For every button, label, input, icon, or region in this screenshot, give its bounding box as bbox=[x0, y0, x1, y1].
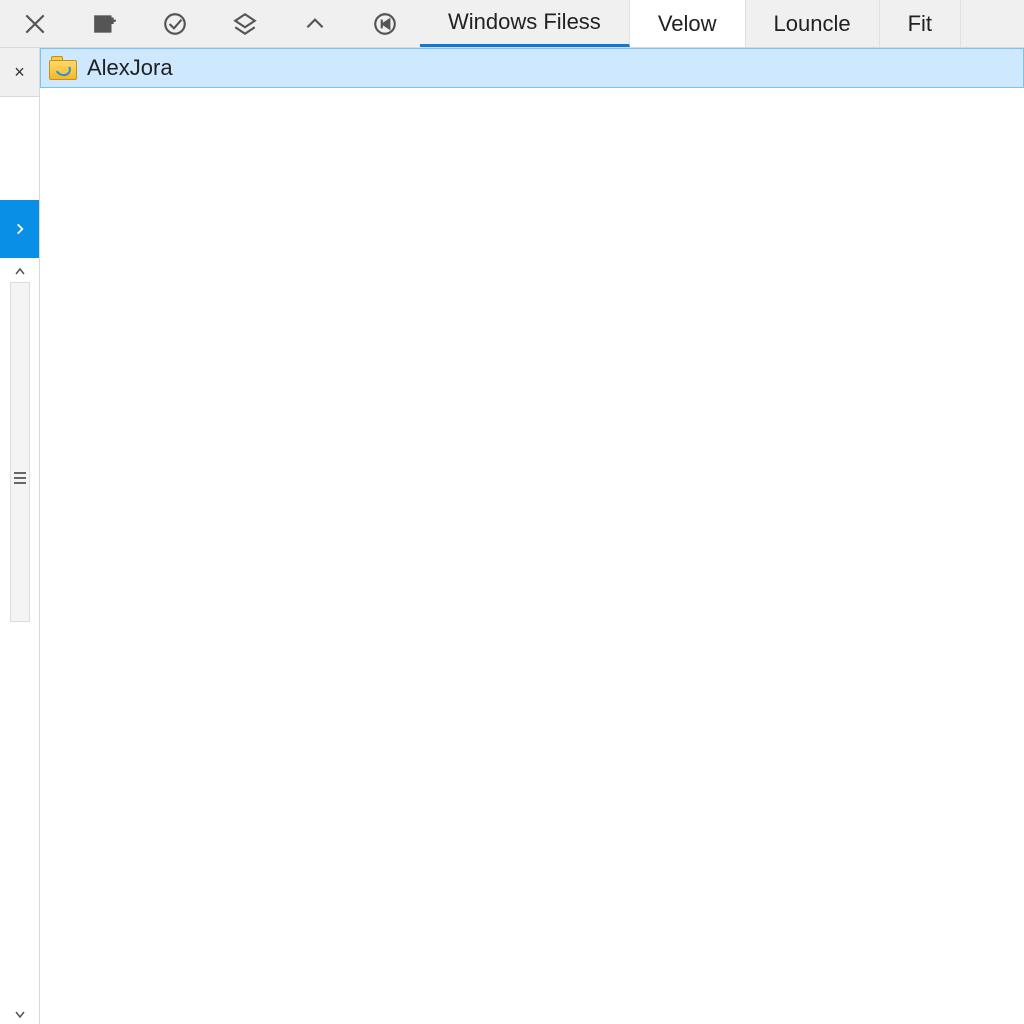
content-area: AlexJora bbox=[40, 48, 1024, 1024]
skip-back-circle-icon[interactable] bbox=[350, 0, 420, 48]
tab-label: Louncle bbox=[774, 11, 851, 37]
sidebar-scrollbar[interactable] bbox=[0, 258, 39, 1024]
tab-label: Velow bbox=[658, 11, 717, 37]
tab-label: Fit bbox=[908, 11, 932, 37]
panel-close-icon[interactable]: × bbox=[0, 48, 39, 96]
close-icon[interactable] bbox=[0, 0, 70, 48]
chevron-up-icon[interactable] bbox=[280, 0, 350, 48]
tab-label: Windows Filess bbox=[448, 9, 601, 35]
stop-plus-icon[interactable] bbox=[70, 0, 140, 48]
scroll-thumb[interactable] bbox=[14, 459, 26, 497]
tab-strip: Windows Filess Velow Louncle Fit bbox=[420, 0, 1024, 47]
left-gutter: × bbox=[0, 48, 40, 1024]
gutter-spacer bbox=[0, 96, 39, 200]
expand-sidebar-button[interactable] bbox=[0, 200, 39, 258]
top-toolbar: Windows Filess Velow Louncle Fit bbox=[0, 0, 1024, 48]
folder-icon bbox=[49, 56, 77, 80]
scroll-track[interactable] bbox=[10, 282, 30, 622]
tab-windows-files[interactable]: Windows Filess bbox=[420, 0, 630, 47]
toolbar-icon-group bbox=[0, 0, 420, 47]
scroll-down-icon[interactable] bbox=[0, 1006, 39, 1024]
tab-fit[interactable]: Fit bbox=[880, 0, 961, 47]
check-circle-icon[interactable] bbox=[140, 0, 210, 48]
tab-velow[interactable]: Velow bbox=[630, 0, 746, 47]
tab-louncle[interactable]: Louncle bbox=[746, 0, 880, 47]
item-label: AlexJora bbox=[87, 55, 173, 81]
layers-icon[interactable] bbox=[210, 0, 280, 48]
body: × bbox=[0, 48, 1024, 1024]
scroll-up-icon[interactable] bbox=[0, 262, 39, 280]
list-item[interactable]: AlexJora bbox=[40, 48, 1024, 88]
